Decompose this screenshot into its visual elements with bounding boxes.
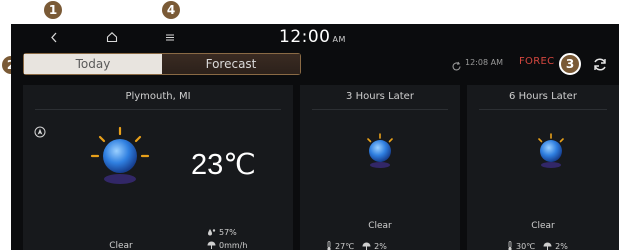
menu-icon[interactable]: [162, 28, 178, 46]
humidity-icon: [208, 229, 216, 236]
hourly-forecast-card[interactable]: 6 Hours Later Clear 30℃ 2%: [467, 85, 619, 250]
last-update-time: 12:08 AM: [465, 58, 503, 67]
location-arrow-icon[interactable]: [34, 123, 46, 138]
thermometer-icon: [508, 241, 512, 250]
callout-marker-4: 4: [162, 1, 180, 19]
precipitation-value: 0mm/h: [219, 241, 248, 250]
umbrella-icon: [207, 241, 216, 249]
umbrella-icon: [362, 242, 371, 250]
clock: 12:00 AM: [279, 27, 346, 47]
weather-screen: 12:00 AM Today Forecast 12:08 AM FOREC Pl…: [11, 24, 619, 250]
humidity-value: 57%: [219, 228, 237, 237]
chevron-left-icon[interactable]: [47, 28, 61, 46]
forecast-condition: Clear: [368, 221, 392, 231]
precipitation-stat: 0mm/h: [207, 241, 247, 250]
forecast-precip-chance: 2%: [374, 241, 387, 250]
forecast-period-title: 6 Hours Later: [509, 91, 577, 102]
forecast-period-title: 3 Hours Later: [346, 91, 414, 102]
update-time-icon: [451, 57, 462, 76]
location-name: Plymouth, MI: [125, 91, 191, 102]
clear-weather-icon: [87, 123, 153, 193]
refresh-icon[interactable]: [592, 57, 608, 76]
callout-marker-3: 3: [559, 53, 581, 75]
divider: [479, 109, 607, 110]
forecast-temperature: 30℃: [516, 241, 536, 250]
forecast-precip-chance: 2%: [555, 241, 568, 250]
tab-today[interactable]: Today: [24, 54, 162, 74]
clock-ampm: AM: [332, 35, 346, 44]
thermometer-icon: [327, 241, 331, 250]
forecast-stats: 30℃ 2%: [507, 241, 568, 250]
today-weather-card[interactable]: Plymouth, MI 23℃ Clear 57% 0mm/h: [23, 85, 293, 250]
divider: [35, 109, 281, 110]
forecast-condition: Clear: [531, 221, 555, 231]
weather-provider-logo: FOREC: [519, 56, 555, 67]
current-temperature: 23℃: [191, 149, 256, 181]
tab-forecast[interactable]: Forecast: [162, 54, 300, 74]
hourly-forecast-card[interactable]: 3 Hours Later Clear 27℃ 2%: [300, 85, 460, 250]
clear-weather-icon: [360, 131, 400, 175]
top-bar: 12:00 AM: [11, 24, 619, 50]
callout-marker-1: 1: [44, 1, 62, 19]
tab-bar: Today Forecast: [23, 53, 301, 75]
humidity-stat: 57%: [207, 228, 237, 237]
umbrella-icon: [543, 242, 552, 250]
clock-time: 12:00: [279, 27, 331, 47]
weather-condition: Clear: [109, 241, 133, 250]
forecast-temperature: 27℃: [335, 241, 355, 250]
clear-weather-icon: [531, 131, 571, 175]
home-icon[interactable]: [103, 28, 121, 46]
forecast-stats: 27℃ 2%: [326, 241, 387, 250]
divider: [312, 109, 448, 110]
